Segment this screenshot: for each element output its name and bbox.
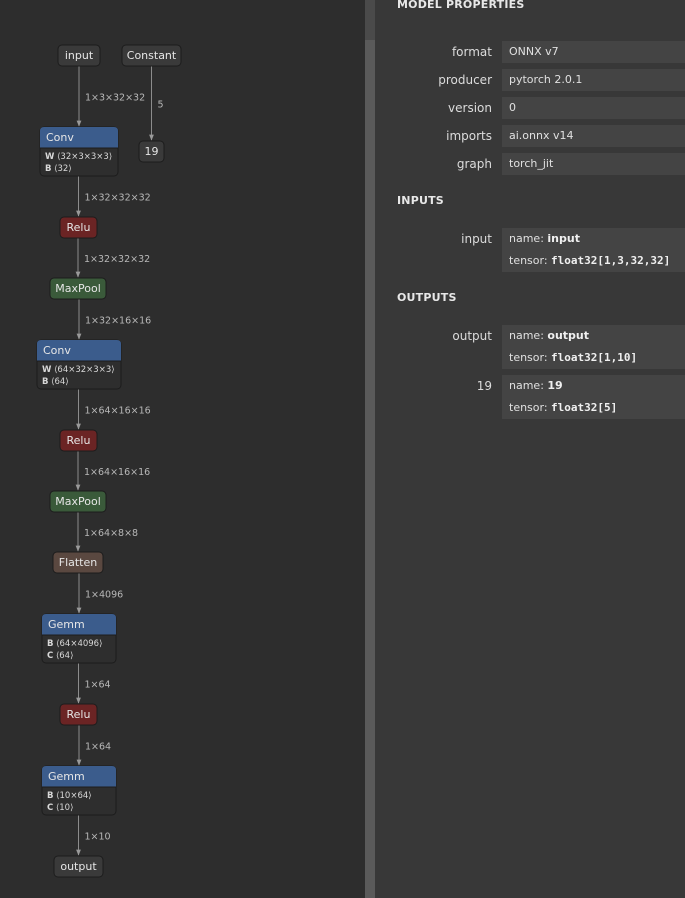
graph-node-output[interactable]: output [53,855,104,878]
producer-label: producer [438,73,492,87]
scrollbar-thumb[interactable] [365,40,375,898]
node-label: MaxPool [55,282,101,295]
graph-node-relu[interactable]: Relu [59,703,98,726]
graph-label: graph [456,157,492,171]
graph-value: torch_jit [502,153,685,175]
model-properties-title: MODEL PROPERTIES [397,0,525,11]
graph-canvas[interactable]: 1×3×32×32 5 1×32×32×32 1×32×32×32 1×32×16×16… [0,0,365,898]
inputs-title: INPUTS [397,194,444,207]
edge-shape-label: 1×64×16×16 [84,467,150,478]
format-value: ONNX v7 [502,41,685,63]
edge-shape-label: 1×64×8×8 [84,528,138,539]
node-attribute: B ⟨10×64⟩ [47,791,92,801]
name-prefix: name: [509,232,548,245]
tensor-prefix: tensor: [509,401,552,414]
edge-3: 1×32×32×32 [75,238,150,278]
properties-panel: MODEL PROPERTIES format ONNX v7 producer… [375,0,685,898]
graph-node-maxpool[interactable]: MaxPool [49,277,107,300]
edge-shape-label: 1×64 [85,742,111,753]
node-label: Relu [67,434,91,447]
node-label: Conv [43,344,71,357]
graph-node-flatten[interactable]: Flatten [52,551,104,574]
output-name-field: name: output [502,325,685,347]
edge-0: 1×3×32×32 [76,66,145,127]
node-attribute: C ⟨64⟩ [47,651,73,661]
edge-shape-label: 1×32×16×16 [85,316,151,327]
edge-shape-label: 1×32×32×32 [84,254,150,265]
name-prefix: name: [509,379,548,392]
output-19-argument-label: 19 [476,379,492,393]
node-attribute: W ⟨32×3×3×3⟩ [45,152,112,162]
input-name-field: name: input [502,228,685,250]
graph-node-constant[interactable]: Constant [121,44,182,67]
node-attribute: B ⟨32⟩ [45,164,72,174]
node-label: Conv [46,131,74,144]
outputs-title: OUTPUTS [397,291,457,304]
graph-node-gemm[interactable]: Gemm B ⟨10×64⟩ C ⟨10⟩ [41,765,117,816]
node-attribute: B ⟨64×4096⟩ [47,639,102,649]
producer-value: pytorch 2.0.1 [502,69,685,91]
edge-shape-label: 1×3×32×32 [85,93,145,104]
output-19-tensor-type: float32[5] [551,401,618,414]
edge-8: 1×4096 [76,573,123,614]
edge-10: 1×64 [76,725,111,766]
node-label: MaxPool [55,495,101,508]
node-label: input [65,49,94,62]
graph-node-maxpool[interactable]: MaxPool [49,490,107,513]
node-attribute: B ⟨64⟩ [42,377,69,387]
graph-node-conv[interactable]: Conv W ⟨32×3×3×3⟩ B ⟨32⟩ [39,126,119,177]
output-19-name-field: name: 19 [502,375,685,397]
output-19-tensor-field: tensor: float32[5] [502,397,685,419]
splitter-scrollbar[interactable] [365,0,375,898]
edge-shape-label: 1×32×32×32 [85,193,151,204]
node-label: 19 [145,145,159,158]
edge-shape-label: 1×64 [85,680,111,691]
edge-4: 1×32×16×16 [76,299,151,340]
node-attribute: C ⟨10⟩ [47,803,73,813]
node-attribute: W ⟨64×32×3×3⟩ [42,365,115,375]
format-label: format [451,45,492,59]
edge-2: 1×32×32×32 [76,176,151,217]
edge-shape-label: 1×64×16×16 [85,406,151,417]
model-graph[interactable]: 1×3×32×32 5 1×32×32×32 1×32×32×32 1×32×16×16… [0,0,365,898]
graph-node-19[interactable]: 19 [138,140,165,163]
input-tensor-type: float32[1,3,32,32] [551,254,671,267]
version-value: 0 [502,97,685,119]
node-label: Gemm [48,618,85,631]
input-argument-label: input [461,232,492,246]
node-label: Relu [67,221,91,234]
edge-1: 5 [149,66,164,141]
edge-6: 1×64×16×16 [75,451,150,491]
graph-node-relu[interactable]: Relu [59,429,98,452]
graph-node-gemm[interactable]: Gemm B ⟨64×4096⟩ C ⟨64⟩ [41,613,117,664]
node-label: output [60,860,97,873]
edge-5: 1×64×16×16 [76,389,151,430]
node-label: Flatten [59,556,98,569]
node-label: Gemm [48,770,85,783]
tensor-prefix: tensor: [509,254,552,267]
output-tensor-type: float32[1,10] [551,351,638,364]
output-name: output [547,329,590,342]
graph-node-conv[interactable]: Conv W ⟨64×32×3×3⟩ B ⟨64⟩ [36,339,122,390]
imports-value: ai.onnx v14 [502,125,685,147]
input-name: input [547,232,580,245]
output-tensor-field: tensor: float32[1,10] [502,347,685,369]
edge-shape-label: 1×10 [85,832,111,843]
graph-node-input[interactable]: input [57,44,101,67]
edge-9: 1×64 [76,663,111,704]
node-label: Constant [127,49,177,62]
edge-7: 1×64×8×8 [75,512,138,552]
tensor-prefix: tensor: [509,351,552,364]
imports-label: imports [446,129,492,143]
graph-node-relu[interactable]: Relu [59,216,98,239]
name-prefix: name: [509,329,548,342]
input-tensor-field: tensor: float32[1,3,32,32] [502,250,685,272]
output-19-name: 19 [547,379,563,392]
edge-shape-label: 5 [158,100,164,111]
edge-shape-label: 1×4096 [85,590,123,601]
version-label: version [448,101,492,115]
edge-11: 1×10 [76,815,111,856]
output-argument-label: output [452,329,492,343]
node-label: Relu [67,708,91,721]
